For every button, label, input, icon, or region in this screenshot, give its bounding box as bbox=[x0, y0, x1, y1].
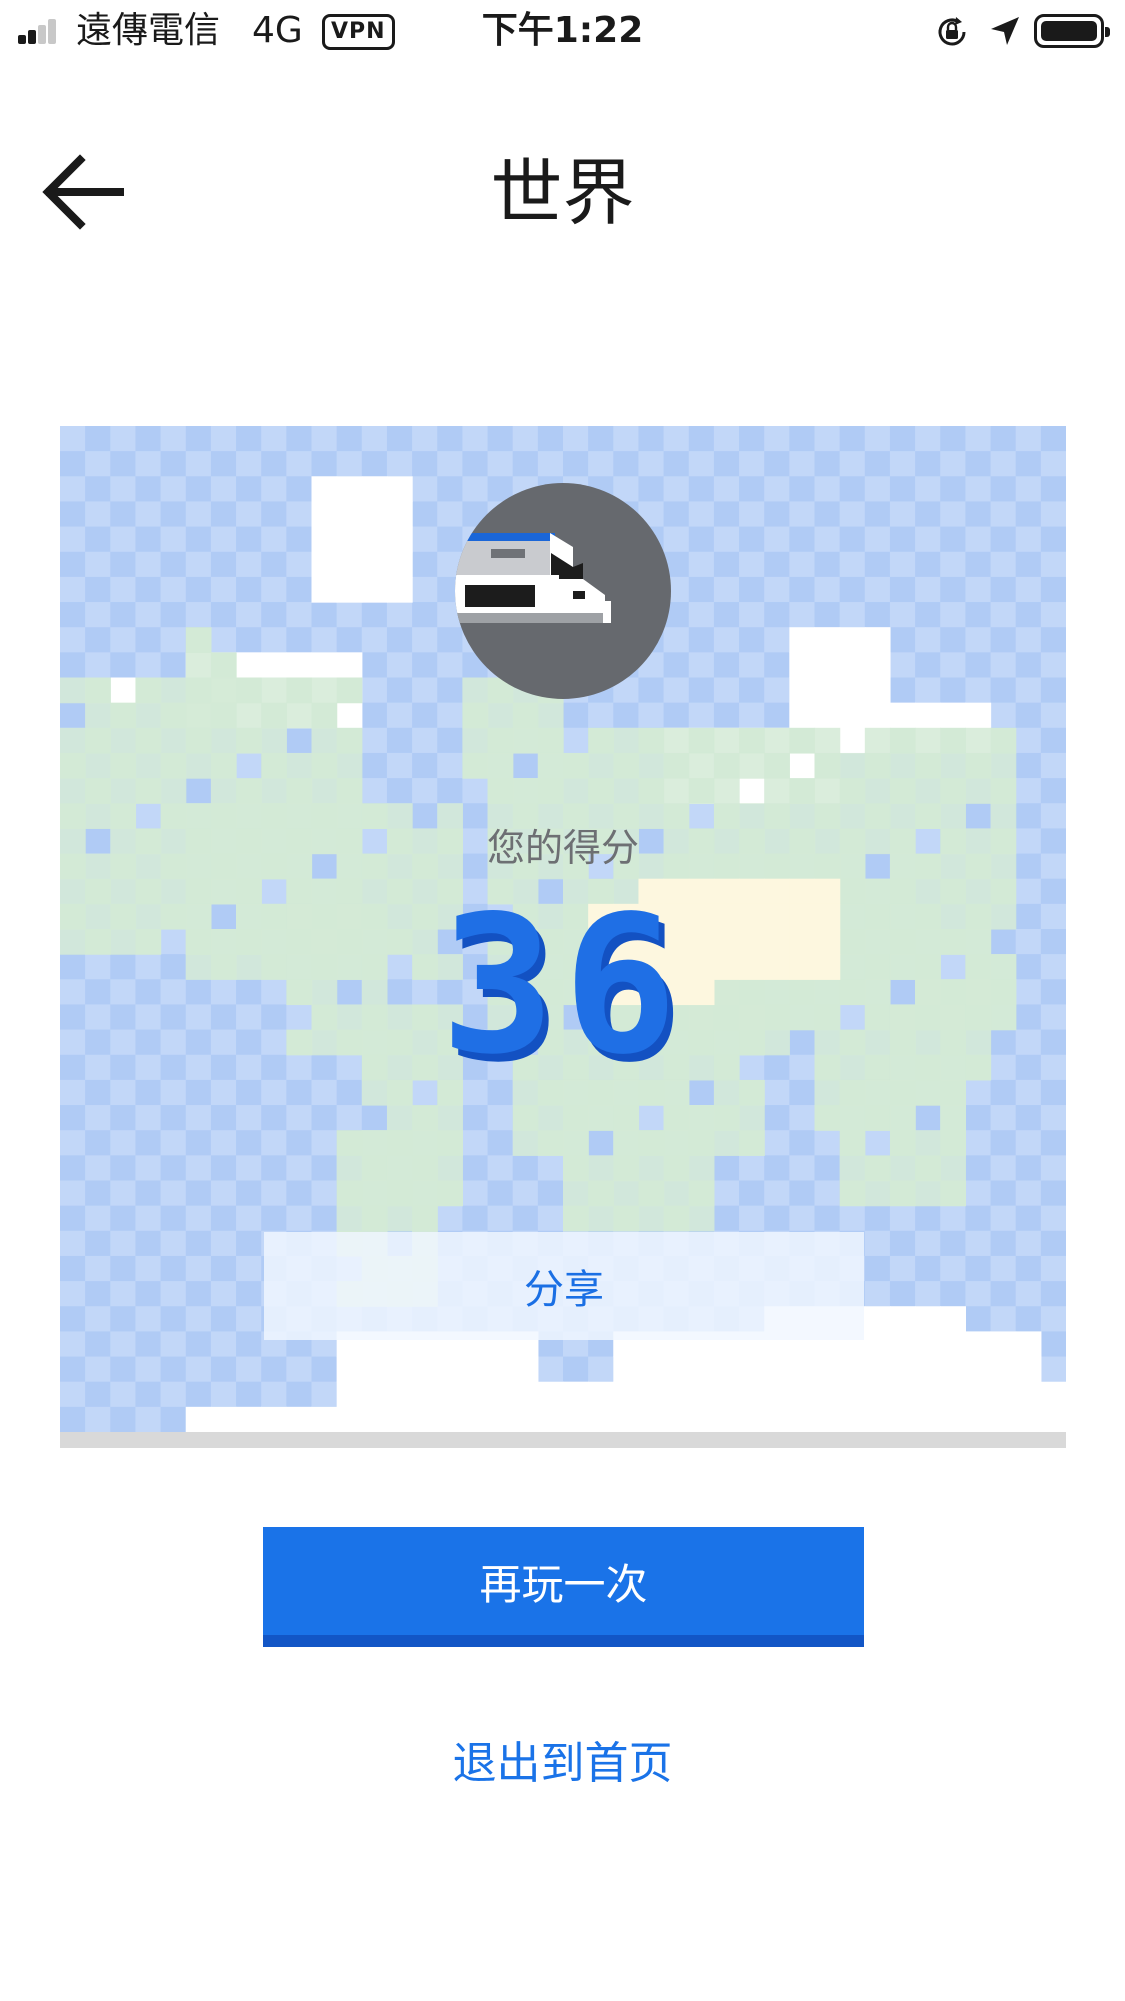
share-button[interactable]: 分享 bbox=[264, 1232, 864, 1340]
battery-icon bbox=[1034, 14, 1110, 48]
score-value: 36 bbox=[440, 875, 686, 1096]
location-arrow-icon bbox=[991, 17, 1019, 45]
orientation-lock-icon bbox=[938, 17, 966, 46]
card-bottom-strip bbox=[60, 1432, 1066, 1448]
result-card: 您的得分 36 分享 bbox=[60, 426, 1066, 1448]
play-again-button[interactable]: 再玩一次 bbox=[263, 1527, 864, 1647]
status-bar: 遠傳電信 4G VPN 下午1:22 bbox=[0, 0, 1125, 62]
train-icon bbox=[455, 533, 611, 623]
train-avatar bbox=[455, 483, 671, 699]
score-label: 您的得分 bbox=[486, 826, 639, 870]
exit-to-home-link[interactable]: 退出到首页 bbox=[0, 1736, 1125, 1792]
page-title: 世界 bbox=[490, 151, 635, 235]
